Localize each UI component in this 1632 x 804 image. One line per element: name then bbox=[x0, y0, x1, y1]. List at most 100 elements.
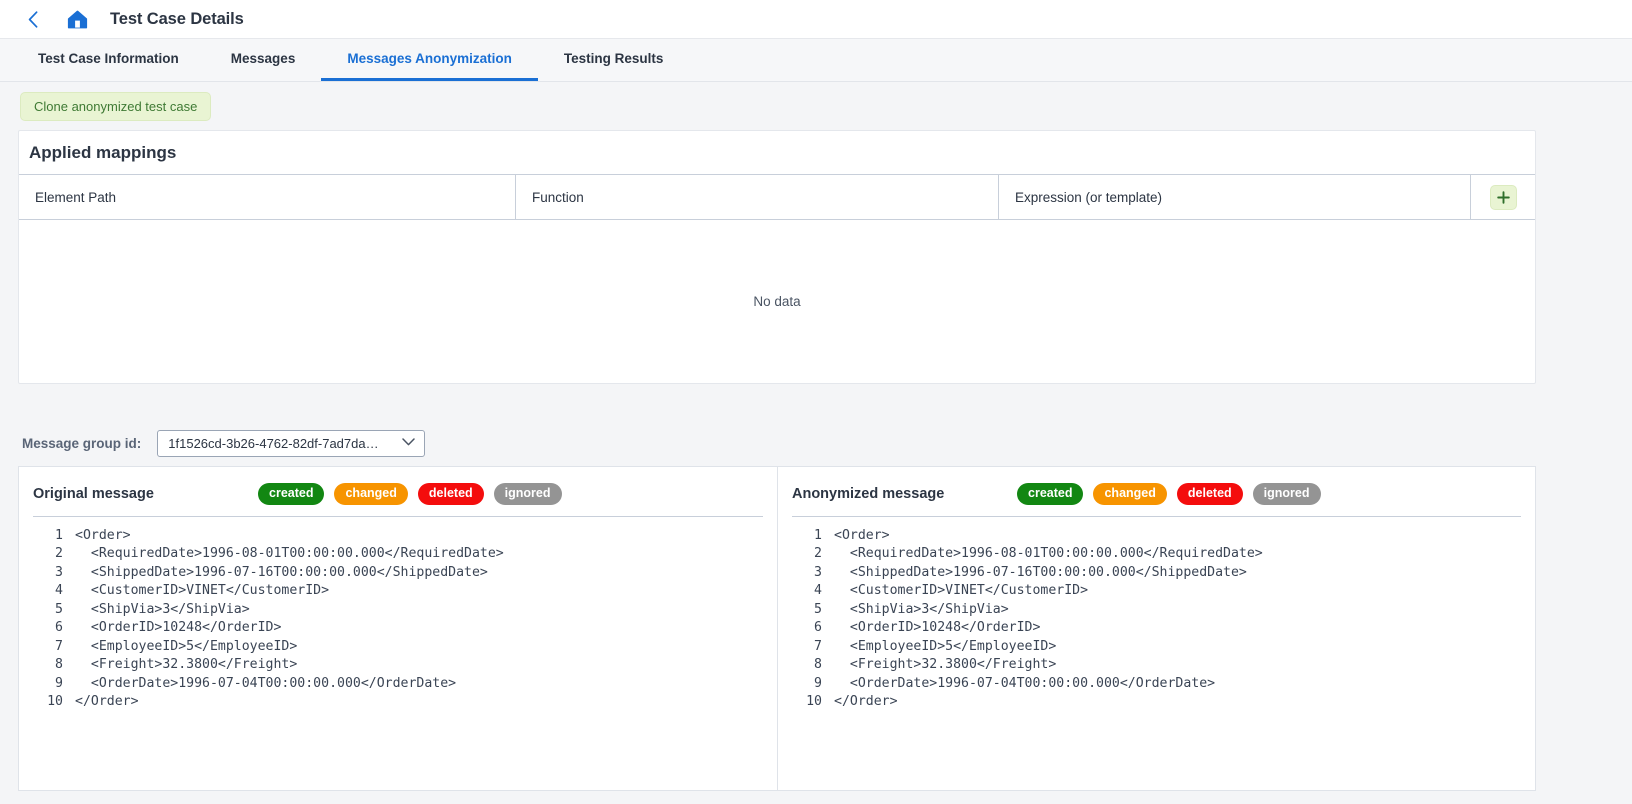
badge-ignored[interactable]: ignored bbox=[493, 483, 562, 505]
message-group-row: Message group id: 1f1526cd-3b26-4762-82d… bbox=[0, 384, 1632, 466]
code-text: <ShippedDate>1996-07-16T00:00:00.000</Sh… bbox=[75, 564, 488, 580]
chevron-down-icon bbox=[402, 437, 416, 449]
badge-deleted[interactable]: deleted bbox=[1176, 483, 1243, 505]
code-line: 8 <Freight>32.3800</Freight> bbox=[792, 656, 1521, 675]
code-text: <ShipVia>3</ShipVia> bbox=[75, 601, 250, 617]
line-number: 8 bbox=[55, 657, 63, 672]
badge-changed[interactable]: changed bbox=[1093, 483, 1167, 505]
message-group-label: Message group id: bbox=[22, 435, 142, 451]
code-line: 4 <CustomerID>VINET</CustomerID> bbox=[33, 582, 763, 601]
add-mapping-button[interactable] bbox=[1489, 184, 1517, 210]
code-text: <EmployeeID>5</EmployeeID> bbox=[75, 638, 298, 654]
code-line: 6 <OrderID>10248</OrderID> bbox=[792, 619, 1521, 638]
action-strip: Clone anonymized test case bbox=[0, 82, 1632, 130]
line-number: 9 bbox=[55, 675, 63, 691]
code-line: 9 <OrderDate>1996-07-04T00:00:00.000</Or… bbox=[33, 675, 763, 694]
badge-deleted[interactable]: deleted bbox=[417, 483, 484, 505]
badge-created[interactable]: created bbox=[258, 483, 325, 505]
code-text: <Freight>32.3800</Freight> bbox=[834, 657, 1057, 672]
tab-test-case-information[interactable]: Test Case Information bbox=[12, 39, 205, 81]
line-number: 5 bbox=[55, 601, 63, 617]
line-number: 8 bbox=[814, 657, 822, 672]
code-line: 7 <EmployeeID>5</EmployeeID> bbox=[792, 638, 1521, 657]
home-icon[interactable] bbox=[64, 8, 90, 30]
line-number: 2 bbox=[814, 546, 822, 561]
line-number: 5 bbox=[814, 601, 822, 617]
code-text: <RequiredDate>1996-08-01T00:00:00.000</R… bbox=[75, 546, 504, 561]
badge-ignored[interactable]: ignored bbox=[1252, 483, 1321, 505]
applied-mappings-card: Applied mappings Element Path Function E… bbox=[18, 130, 1536, 384]
anonymized-message-title: Anonymized message bbox=[792, 485, 945, 502]
line-number: 4 bbox=[55, 583, 63, 598]
message-group-selected-value: 1f1526cd-3b26-4762-82df-7ad7da… bbox=[168, 435, 379, 451]
code-text: <Freight>32.3800</Freight> bbox=[75, 657, 298, 672]
code-line: 1 <Order> bbox=[33, 527, 763, 546]
code-line: 4 <CustomerID>VINET</CustomerID> bbox=[792, 582, 1521, 601]
code-text: <EmployeeID>5</EmployeeID> bbox=[834, 638, 1057, 654]
code-text: <ShippedDate>1996-07-16T00:00:00.000</Sh… bbox=[834, 564, 1247, 580]
app-header: Test Case Details bbox=[0, 0, 1632, 39]
column-header-function: Function bbox=[516, 175, 999, 219]
anonymized-legend-badges: created changed deleted ignored bbox=[1017, 483, 1321, 505]
plus-icon bbox=[1496, 190, 1510, 204]
code-text: <OrderID>10248</OrderID> bbox=[75, 620, 282, 635]
line-number: 1 bbox=[55, 527, 63, 543]
code-line: 2 <RequiredDate>1996-08-01T00:00:00.000<… bbox=[792, 545, 1521, 564]
code-text: <Order> bbox=[834, 527, 890, 543]
code-text: </Order> bbox=[834, 694, 898, 709]
page-title: Test Case Details bbox=[110, 9, 244, 28]
code-line: 10 </Order> bbox=[33, 693, 763, 712]
tab-messages[interactable]: Messages bbox=[205, 39, 322, 81]
column-header-expression: Expression (or template) bbox=[999, 175, 1471, 219]
line-number: 2 bbox=[55, 546, 63, 561]
original-legend-badges: created changed deleted ignored bbox=[258, 483, 562, 505]
code-line: 5 <ShipVia>3</ShipVia> bbox=[792, 601, 1521, 620]
anonymized-message-panel: Anonymized message created changed delet… bbox=[778, 467, 1535, 790]
code-line: 7 <EmployeeID>5</EmployeeID> bbox=[33, 638, 763, 657]
original-message-panel: Original message created changed deleted… bbox=[19, 467, 778, 790]
line-number: 7 bbox=[55, 638, 63, 654]
message-group-select[interactable]: 1f1526cd-3b26-4762-82df-7ad7da… bbox=[157, 429, 426, 457]
anonymized-message-header: Anonymized message created changed delet… bbox=[792, 483, 1521, 517]
badge-created[interactable]: created bbox=[1017, 483, 1084, 505]
message-comparison-panels: Original message created changed deleted… bbox=[18, 466, 1536, 791]
line-number: 4 bbox=[814, 583, 822, 598]
original-message-title: Original message bbox=[33, 485, 154, 502]
code-text: <Order> bbox=[75, 527, 131, 543]
code-text: <RequiredDate>1996-08-01T00:00:00.000</R… bbox=[834, 546, 1263, 561]
code-line: 8 <Freight>32.3800</Freight> bbox=[33, 656, 763, 675]
line-number: 3 bbox=[55, 564, 63, 580]
back-chevron-icon[interactable] bbox=[22, 8, 44, 30]
badge-changed[interactable]: changed bbox=[334, 483, 408, 505]
column-header-element-path: Element Path bbox=[19, 175, 516, 219]
mappings-empty-state: No data bbox=[753, 294, 801, 309]
line-number: 10 bbox=[47, 694, 63, 709]
line-number: 10 bbox=[806, 694, 822, 709]
clone-anonymized-test-case-button[interactable]: Clone anonymized test case bbox=[20, 91, 212, 121]
line-number: 9 bbox=[814, 675, 822, 691]
mappings-table-header: Element Path Function Expression (or tem… bbox=[19, 174, 1535, 220]
code-line: 3 <ShippedDate>1996-07-16T00:00:00.000</… bbox=[33, 564, 763, 583]
line-number: 7 bbox=[814, 638, 822, 654]
code-line: 3 <ShippedDate>1996-07-16T00:00:00.000</… bbox=[792, 564, 1521, 583]
code-text: <CustomerID>VINET</CustomerID> bbox=[834, 583, 1089, 598]
code-text: <OrderDate>1996-07-04T00:00:00.000</Orde… bbox=[834, 675, 1216, 691]
code-line: 1 <Order> bbox=[792, 527, 1521, 546]
anonymized-message-code: 1 <Order> 2 <RequiredDate>1996-08-01T00:00… bbox=[792, 517, 1521, 712]
line-number: 6 bbox=[55, 620, 63, 635]
line-number: 6 bbox=[814, 620, 822, 635]
code-text: </Order> bbox=[75, 694, 139, 709]
code-line: 6 <OrderID>10248</OrderID> bbox=[33, 619, 763, 638]
tab-bar: Test Case Information Messages Messages … bbox=[0, 39, 1632, 82]
code-text: <OrderID>10248</OrderID> bbox=[834, 620, 1041, 635]
line-number: 1 bbox=[814, 527, 822, 543]
code-text: <ShipVia>3</ShipVia> bbox=[834, 601, 1009, 617]
code-line: 2 <RequiredDate>1996-08-01T00:00:00.000<… bbox=[33, 545, 763, 564]
code-text: <CustomerID>VINET</CustomerID> bbox=[75, 583, 330, 598]
tab-testing-results[interactable]: Testing Results bbox=[538, 39, 690, 81]
original-message-code: 1 <Order> 2 <RequiredDate>1996-08-01T00:00… bbox=[33, 517, 763, 712]
code-line: 9 <OrderDate>1996-07-04T00:00:00.000</Or… bbox=[792, 675, 1521, 694]
applied-mappings-title: Applied mappings bbox=[29, 143, 177, 162]
original-message-header: Original message created changed deleted… bbox=[33, 483, 763, 517]
tab-messages-anonymization[interactable]: Messages Anonymization bbox=[321, 39, 538, 81]
